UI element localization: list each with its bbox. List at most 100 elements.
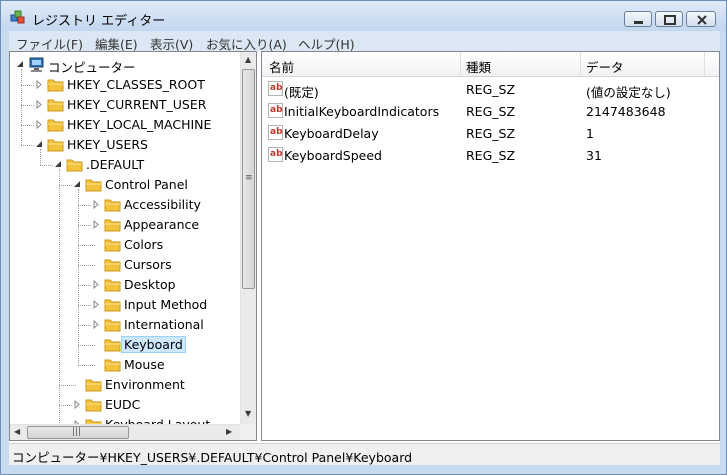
expanded-arrow-icon[interactable] (35, 140, 43, 149)
tree-item-label[interactable]: Appearance (124, 217, 199, 232)
tree-vertical-scrollbar[interactable]: ▲ ≡ ▼ (240, 52, 256, 424)
tree-item-label[interactable]: Accessibility (124, 197, 201, 212)
tree-item-label[interactable]: Colors (124, 237, 163, 252)
column-separator[interactable] (704, 52, 705, 76)
tree-vertical-thumb[interactable]: ≡ (242, 69, 255, 289)
title-bar[interactable]: レジストリ エディター (1, 1, 726, 31)
tree-item[interactable]: .DEFAULT (10, 155, 242, 175)
expanded-arrow-icon[interactable] (73, 180, 81, 189)
collapsed-arrow-icon[interactable] (73, 400, 81, 409)
scroll-up-icon[interactable]: ▲ (245, 56, 251, 64)
value-type: REG_SZ (466, 148, 516, 163)
folder-icon (104, 279, 121, 292)
folder-icon (47, 79, 64, 92)
tree-item-label[interactable]: Keyboard Layout (105, 417, 210, 424)
collapsed-arrow-icon[interactable] (92, 320, 100, 329)
collapsed-arrow-icon[interactable] (35, 100, 43, 109)
tree-item-label[interactable]: HKEY_USERS (67, 137, 148, 152)
string-value-glyph: ab (270, 149, 283, 159)
value-row[interactable]: ab (既定) REG_SZ (値の設定なし) (262, 78, 719, 100)
collapsed-arrow-icon[interactable] (92, 300, 100, 309)
scroll-down-icon[interactable]: ▼ (245, 410, 251, 418)
column-name-header[interactable]: 名前 (269, 57, 294, 76)
tree-item[interactable]: Control Panel (10, 175, 242, 195)
tree-item[interactable]: Colors (10, 235, 242, 255)
folder-icon (104, 219, 121, 232)
tree-item[interactable]: Mouse (10, 355, 242, 375)
string-value-glyph: ab (270, 127, 283, 137)
value-list-pane[interactable]: 名前 種類 データ ab (既定) REG_SZ (値の設定なし) ab InitialK… (261, 51, 720, 441)
tree-item[interactable]: Keyboard Layout (10, 415, 242, 424)
tree-item-label[interactable]: Mouse (124, 357, 165, 372)
close-icon (697, 15, 707, 25)
folder-icon (104, 299, 121, 312)
collapsed-arrow-icon[interactable] (35, 80, 43, 89)
column-separator[interactable] (460, 52, 461, 76)
expanded-arrow-icon[interactable] (54, 160, 62, 169)
string-value-icon: ab (268, 103, 283, 118)
value-name: KeyboardSpeed (284, 148, 382, 163)
registry-editor-icon (10, 10, 25, 24)
tree-item-label[interactable]: Control Panel (105, 177, 188, 192)
menu-bar: ファイル(F) 編集(E) 表示(V) お気に入り(A) ヘルプ(H) (9, 31, 720, 52)
tree-item[interactable]: EUDC (10, 395, 242, 415)
tree-item-label[interactable]: Keyboard (121, 336, 186, 353)
expanded-arrow-icon[interactable] (16, 60, 24, 69)
tree-item-label[interactable]: HKEY_CLASSES_ROOT (67, 77, 205, 92)
tree-item[interactable]: Keyboard (10, 335, 242, 355)
tree-item-label[interactable]: HKEY_LOCAL_MACHINE (67, 117, 211, 132)
string-value-icon: ab (268, 81, 283, 96)
value-data: 2147483648 (586, 104, 666, 119)
string-value-icon: ab (268, 147, 283, 162)
tree-item-label[interactable]: HKEY_CURRENT_USER (67, 97, 206, 112)
tree-horizontal-scrollbar[interactable]: ◀ ||| ▶ (10, 424, 242, 440)
folder-icon (47, 119, 64, 132)
tree-item-label[interactable]: コンピューター (48, 57, 136, 76)
scrollbar-corner (240, 424, 256, 440)
maximize-button[interactable] (655, 11, 683, 27)
tree-item[interactable]: コンピューター (10, 55, 242, 75)
close-button[interactable] (686, 11, 716, 27)
tree-item-label[interactable]: Cursors (124, 257, 172, 272)
column-type-header[interactable]: 種類 (466, 57, 491, 76)
tree-item-label[interactable]: Environment (105, 377, 185, 392)
string-value-icon: ab (268, 125, 283, 140)
value-row[interactable]: ab KeyboardDelay REG_SZ 1 (262, 122, 719, 144)
tree-item-label[interactable]: Input Method (124, 297, 207, 312)
key-tree-pane[interactable]: コンピューター HKEY_CLASSES_ROOT HKEY_CURRENT_USE… (9, 51, 257, 441)
column-data-header[interactable]: データ (586, 57, 624, 76)
value-data: (値の設定なし) (586, 85, 671, 100)
tree-item-label[interactable]: .DEFAULT (86, 157, 144, 172)
tree-item-label[interactable]: EUDC (105, 397, 140, 412)
folder-icon (104, 319, 121, 332)
tree-item[interactable]: HKEY_USERS (10, 135, 242, 155)
collapsed-arrow-icon[interactable] (92, 280, 100, 289)
column-separator[interactable] (580, 52, 581, 76)
tree-item[interactable]: Desktop (10, 275, 242, 295)
collapsed-arrow-icon[interactable] (92, 200, 100, 209)
tree-item[interactable]: International (10, 315, 242, 335)
folder-icon (47, 99, 64, 112)
tree-item[interactable]: Accessibility (10, 195, 242, 215)
tree-item[interactable]: HKEY_CURRENT_USER (10, 95, 242, 115)
string-value-glyph: ab (270, 105, 283, 115)
tree-item-label[interactable]: Desktop (124, 277, 176, 292)
scroll-left-icon[interactable]: ◀ (14, 428, 20, 436)
tree-item[interactable]: Environment (10, 375, 242, 395)
scroll-right-icon[interactable]: ▶ (226, 428, 232, 436)
value-row[interactable]: ab KeyboardSpeed REG_SZ 31 (262, 144, 719, 166)
tree-item[interactable]: HKEY_LOCAL_MACHINE (10, 115, 242, 135)
status-path: コンピューター¥HKEY_USERS¥.DEFAULT¥Control Pane… (12, 450, 413, 465)
collapsed-arrow-icon[interactable] (35, 120, 43, 129)
tree-horizontal-thumb[interactable]: ||| (27, 426, 129, 439)
collapsed-arrow-icon[interactable] (92, 220, 100, 229)
tree-item[interactable]: Appearance (10, 215, 242, 235)
tree-item[interactable]: Input Method (10, 295, 242, 315)
minimize-button[interactable] (624, 11, 652, 27)
tree-item-label[interactable]: International (124, 317, 204, 332)
key-tree[interactable]: コンピューター HKEY_CLASSES_ROOT HKEY_CURRENT_USE… (10, 52, 242, 424)
tree-item[interactable]: Cursors (10, 255, 242, 275)
tree-item[interactable]: HKEY_CLASSES_ROOT (10, 75, 242, 95)
value-row[interactable]: ab InitialKeyboardIndicators REG_SZ 2147483… (262, 100, 719, 122)
value-data: 1 (586, 126, 594, 141)
